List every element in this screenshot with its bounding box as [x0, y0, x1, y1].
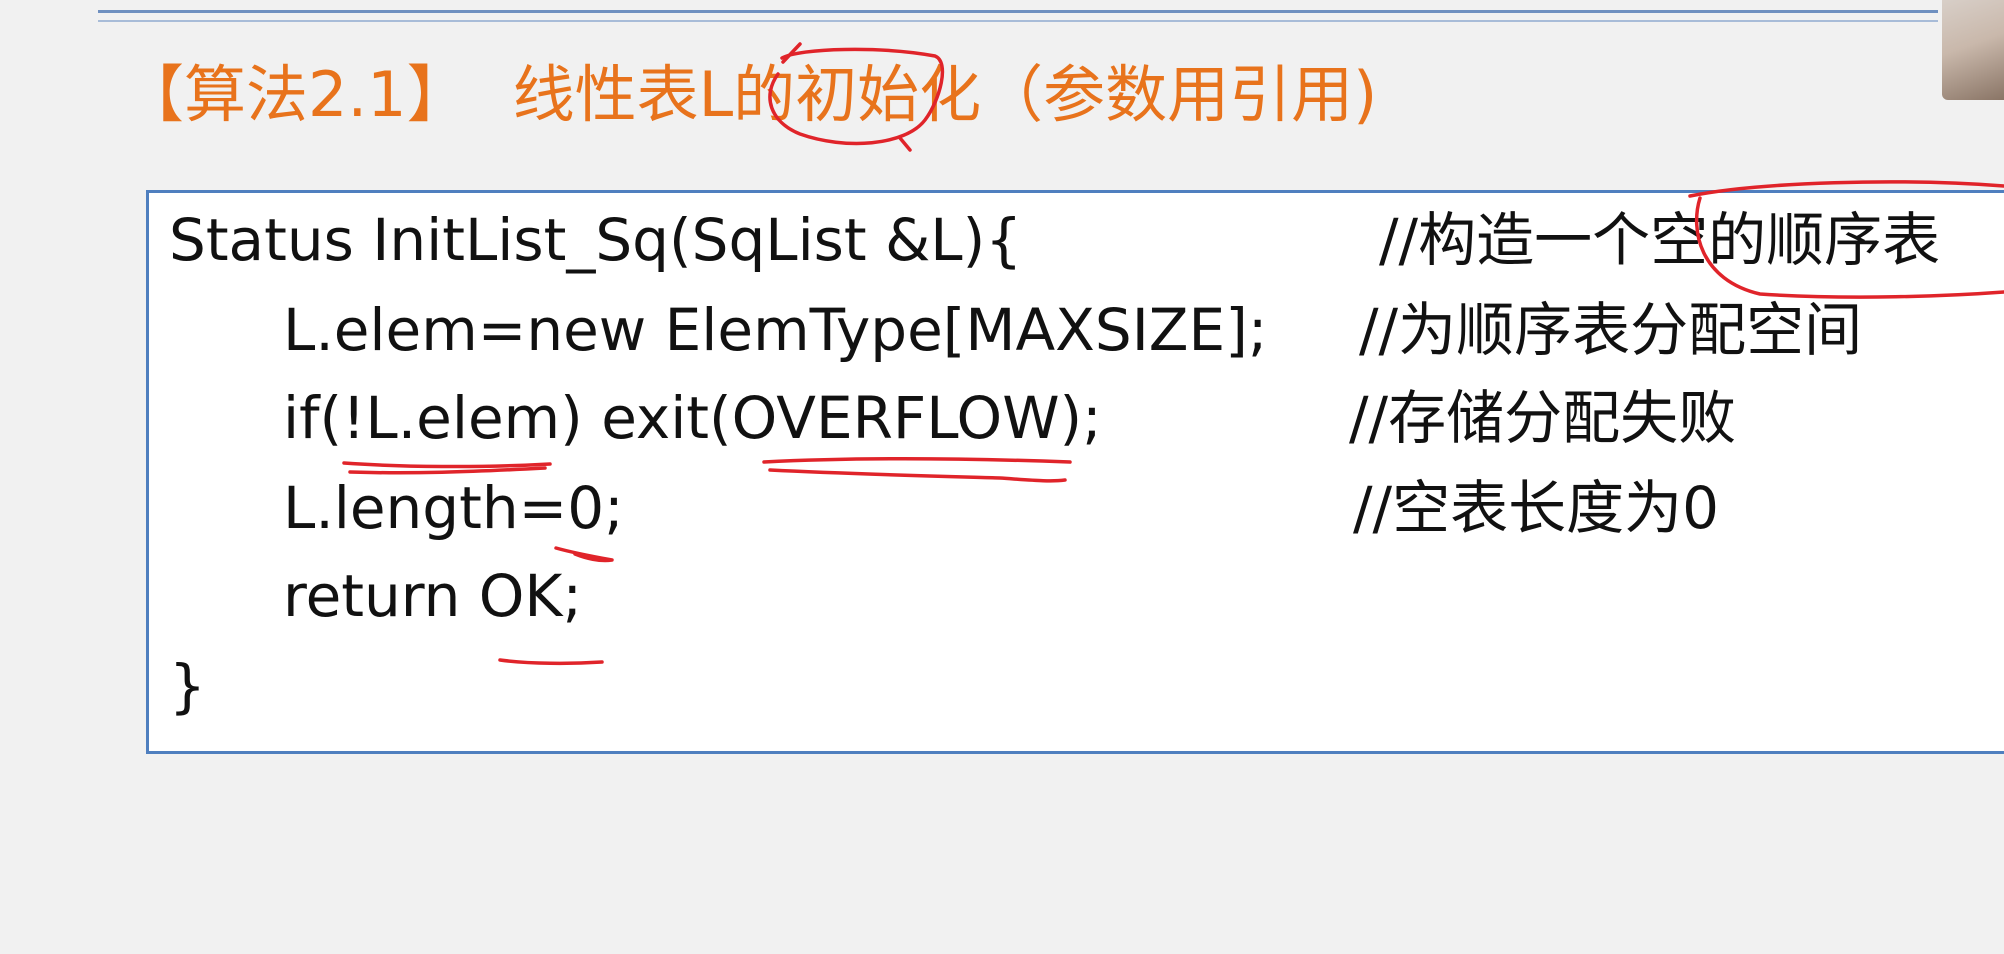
code-line-1: Status InitList_Sq(SqList &L){: [169, 206, 1023, 274]
code-comment-3: //存储分配失败: [1349, 384, 1737, 452]
title-circle-tail: [898, 136, 912, 152]
code-line-6: }: [169, 652, 206, 720]
header-rule-dark: [98, 10, 1938, 13]
slide-title: 【算法2.1】 线性表L的初始化（参数用引用): [122, 55, 1377, 135]
code-line-3: if(!L.elem) exit(OVERFLOW);: [283, 384, 1102, 452]
code-comment-1: //构造一个空的顺序表: [1379, 206, 1941, 274]
header-rule-light: [98, 20, 1938, 22]
code-comment-2: //为顺序表分配空间: [1359, 296, 1863, 364]
algorithm-name: 线性表L的初始化（参数用引用): [512, 58, 1378, 131]
code-block: Status InitList_Sq(SqList &L){ //构造一个空的顺…: [146, 190, 2004, 754]
code-line-5: return OK;: [283, 562, 583, 630]
code-line-2: L.elem=new ElemType[MAXSIZE];: [283, 296, 1268, 364]
presenter-webcam-thumbnail: [1942, 0, 2004, 100]
algorithm-number: 【算法2.1】: [122, 58, 469, 131]
code-comment-4: //空表长度为0: [1353, 474, 1719, 542]
code-line-4: L.length=0;: [283, 474, 624, 542]
